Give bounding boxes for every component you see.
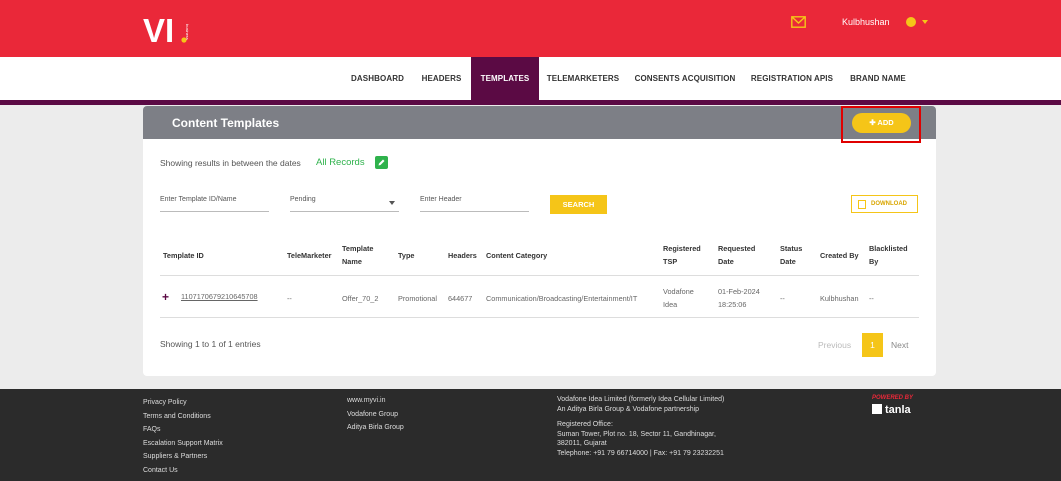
col-header-type[interactable]: Type <box>398 249 415 262</box>
search-button[interactable]: SEARCH <box>550 195 607 214</box>
tanla-text: tanla <box>885 404 911 416</box>
card-title: Content Templates <box>172 116 280 130</box>
pagination-next[interactable]: Next <box>891 340 908 350</box>
all-records-link[interactable]: All Records <box>316 157 365 168</box>
nav-dashboard[interactable]: DASHBOARD <box>343 57 412 101</box>
template-search-placeholder: Enter Template ID/Name <box>160 196 237 203</box>
cell-status-date: -- <box>780 294 785 303</box>
cell-telemarketer: -- <box>287 294 292 303</box>
template-search-input[interactable]: Enter Template ID/Name <box>160 190 269 212</box>
pagination-current-page[interactable]: 1 <box>862 333 883 357</box>
footer-link-suppliers[interactable]: Suppliers & Partners <box>143 450 223 464</box>
nav-stripe <box>0 100 1061 105</box>
status-select[interactable]: Pending <box>290 190 399 212</box>
header-search-placeholder: Enter Header <box>420 196 462 203</box>
footer-link-escalation[interactable]: Escalation Support Matrix <box>143 437 223 451</box>
powered-by-label: POWERED BY <box>872 395 914 401</box>
card-header: Content Templates ✚ ADD <box>143 106 936 139</box>
edit-icon[interactable] <box>375 156 388 169</box>
footer-links: Privacy Policy Terms and Conditions FAQs… <box>143 396 223 478</box>
username[interactable]: Kulbhushan <box>842 17 890 27</box>
footer-link-contact[interactable]: Contact Us <box>143 464 223 478</box>
nav-registration-apis[interactable]: REGISTRATION APIS <box>743 57 841 101</box>
footer-link-myvi[interactable]: www.myvi.in <box>347 394 404 408</box>
nav-telemarketers[interactable]: TELEMARKETERS <box>539 57 627 101</box>
nav-brand-name[interactable]: BRAND NAME <box>841 57 915 101</box>
col-header-requested-date[interactable]: Requested Date <box>718 242 763 268</box>
svg-text:VI: VI <box>143 12 174 48</box>
add-button-highlight <box>841 106 921 143</box>
col-header-telemarketer[interactable]: TeleMarketer <box>287 249 331 262</box>
main-nav: DASHBOARD HEADERS TEMPLATES TELEMARKETER… <box>0 57 1061 101</box>
content-templates-card: Content Templates ✚ ADD <box>143 106 936 376</box>
entries-info: Showing 1 to 1 of 1 entries <box>160 339 261 349</box>
footer-link-faqs[interactable]: FAQs <box>143 423 223 437</box>
svg-text:business: business <box>185 24 190 40</box>
col-header-blacklisted-by[interactable]: Blacklisted By <box>869 242 917 268</box>
download-button[interactable]: DOWNLOAD <box>851 195 918 213</box>
footer-office-label: Registered Office: <box>557 421 613 428</box>
download-icon <box>858 200 866 209</box>
cell-headers: 644677 <box>448 294 473 303</box>
download-label: DOWNLOAD <box>871 201 907 207</box>
footer-group-links: www.myvi.in Vodafone Group Aditya Birla … <box>347 394 404 435</box>
nav-templates[interactable]: TEMPLATES <box>471 57 539 101</box>
col-header-status-date[interactable]: Status Date <box>780 242 812 268</box>
cell-template-name: Offer_70_2 <box>342 294 379 303</box>
table-row-divider <box>160 317 919 318</box>
user-avatar-icon[interactable] <box>906 17 916 27</box>
table-header-divider <box>160 275 919 276</box>
nav-consents-acquisition[interactable]: CONSENTS ACQUISITION <box>627 57 743 101</box>
footer-office-address: Suman Tower, Plot no. 18, Sector 11, Gan… <box>557 430 716 448</box>
col-header-registered-tsp[interactable]: Registered TSP <box>663 242 708 268</box>
footer-link-vodafone-group[interactable]: Vodafone Group <box>347 408 404 422</box>
col-header-template-id[interactable]: Template ID <box>163 249 204 262</box>
top-bar: VI business Kulbhushan <box>0 0 1061 57</box>
status-select-value: Pending <box>290 196 316 203</box>
chevron-down-icon <box>389 201 395 205</box>
col-header-template-name[interactable]: Template Name <box>342 242 387 268</box>
col-header-created-by[interactable]: Created By <box>820 249 859 262</box>
footer-link-privacy-policy[interactable]: Privacy Policy <box>143 396 223 410</box>
col-header-content-category[interactable]: Content Category <box>486 249 547 262</box>
footer-company-info: Vodafone Idea Limited (formerly Idea Cel… <box>557 395 727 458</box>
dates-text: Showing results in between the dates <box>160 158 301 168</box>
cell-type: Promotional <box>398 294 437 303</box>
header-search-input[interactable]: Enter Header <box>420 190 529 212</box>
nav-headers[interactable]: HEADERS <box>412 57 471 101</box>
footer-link-terms[interactable]: Terms and Conditions <box>143 410 223 424</box>
cell-registered-tsp: Vodafone Idea <box>663 287 694 309</box>
cell-content-category: Communication/Broadcasting/Entertainment… <box>486 294 638 303</box>
footer-office-phone: Telephone: +91 79 66714000 | Fax: +91 79… <box>557 449 724 457</box>
footer-company: Vodafone Idea Limited (formerly Idea Cel… <box>557 396 725 413</box>
chevron-down-icon[interactable] <box>922 20 928 24</box>
vi-logo[interactable]: VI business <box>143 12 191 48</box>
mail-icon[interactable] <box>791 16 806 28</box>
footer-link-aditya-birla[interactable]: Aditya Birla Group <box>347 421 404 435</box>
tanla-icon <box>872 404 882 414</box>
expand-row-icon[interactable]: + <box>162 290 169 304</box>
pagination-previous[interactable]: Previous <box>818 340 851 350</box>
template-id-link[interactable]: 1107170679210645708 <box>181 292 258 301</box>
tanla-logo[interactable]: tanla <box>872 404 911 416</box>
cell-blacklisted-by: -- <box>869 294 874 303</box>
footer: Privacy Policy Terms and Conditions FAQs… <box>0 389 1061 481</box>
cell-created-by: Kulbhushan <box>820 294 859 303</box>
cell-requested-date: 01-Feb-2024 18:25:06 <box>718 287 760 309</box>
col-header-headers[interactable]: Headers <box>448 249 477 262</box>
